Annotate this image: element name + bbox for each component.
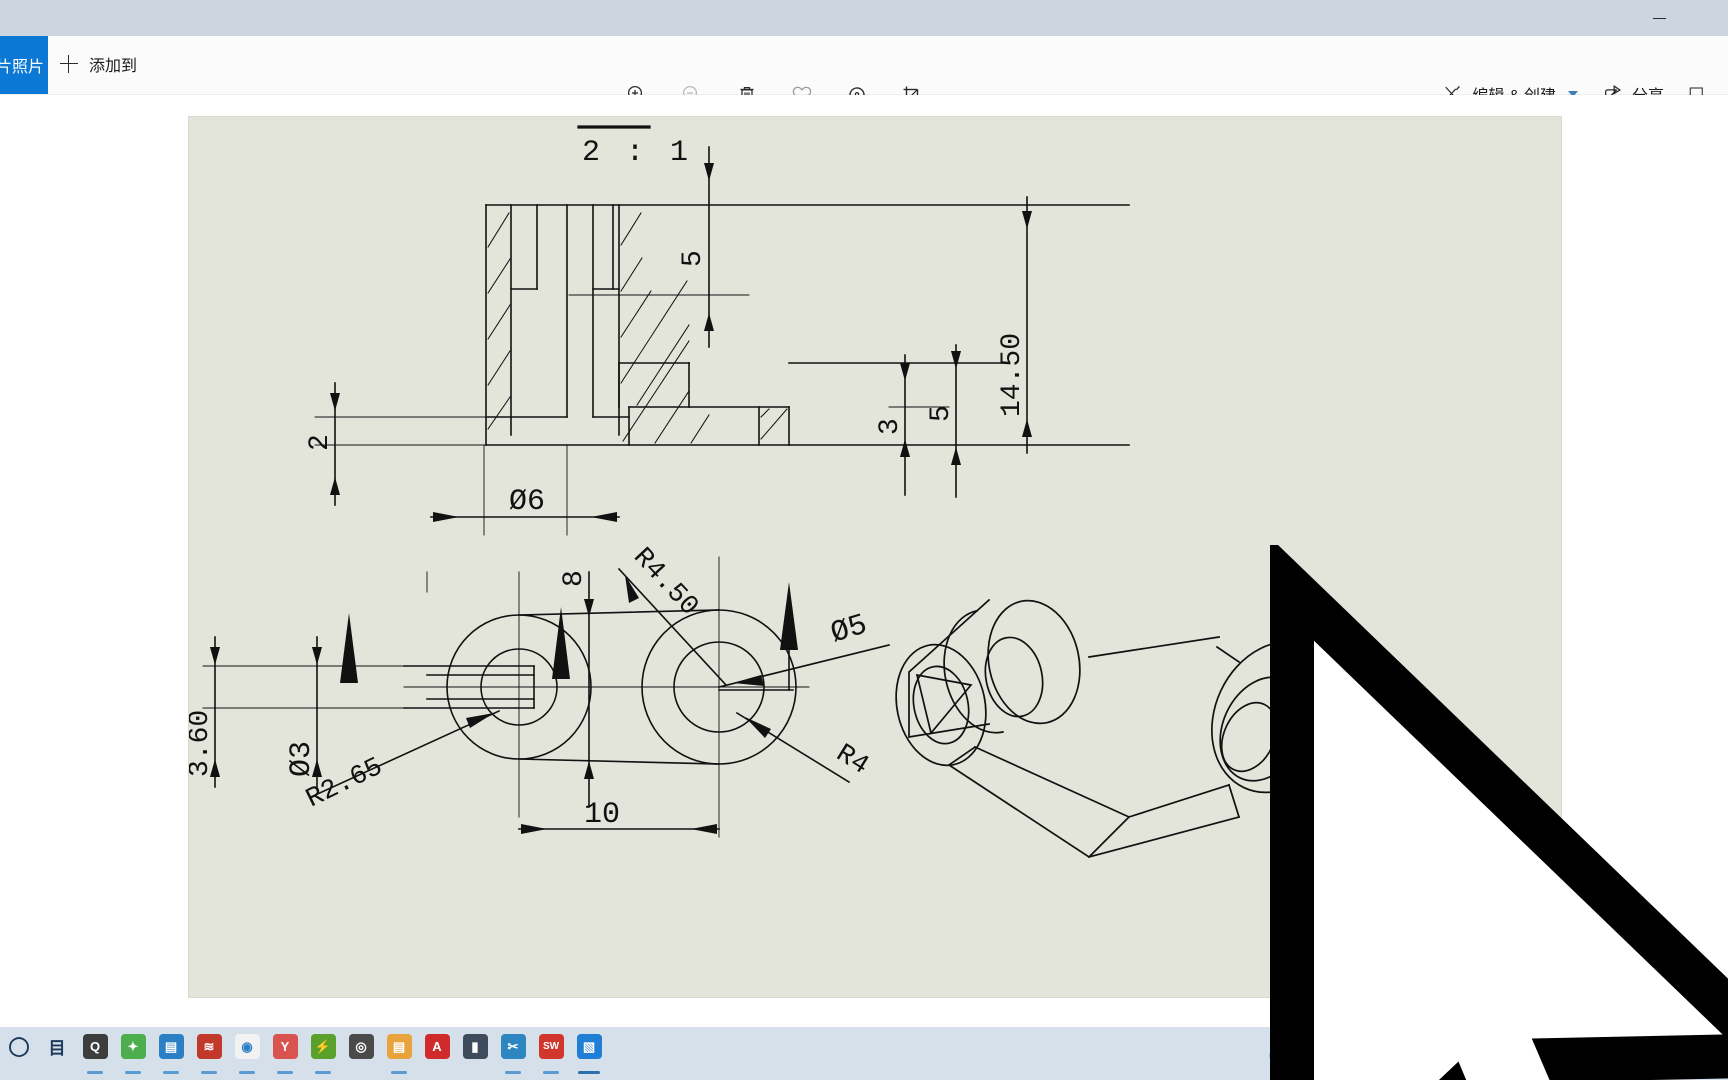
taskbar-app-list: ◯ 目 Q ✦ ▤ ≋ ◉ Y ⚡ ◎ ▤ A ▮ ✂ SW ▧ [0, 1027, 608, 1080]
start-button[interactable]: ◯ [0, 1027, 38, 1080]
dim-label-360: 3.60 [189, 710, 216, 777]
running-indicator [163, 1071, 179, 1074]
running-indicator [315, 1071, 331, 1074]
taskbar-app-youdao[interactable]: Y [266, 1027, 304, 1080]
running-indicator [239, 1071, 255, 1074]
add-to-button[interactable]: 添加到 [60, 52, 137, 76]
taskbar-app-qq[interactable]: Q [76, 1027, 114, 1080]
running-indicator [277, 1071, 293, 1074]
dim-label-2: 2 [305, 434, 336, 451]
taskbar-app-acrobat[interactable]: A [418, 1027, 456, 1080]
app-name-label: 片照片 [0, 59, 44, 76]
taskbar-app-store[interactable]: ▤ [152, 1027, 190, 1080]
dim-label-dia5: Ø5 [827, 609, 871, 652]
running-indicator [505, 1071, 521, 1074]
running-indicator [201, 1071, 217, 1074]
taskbar-app-terminal[interactable]: ▮ [456, 1027, 494, 1080]
command-bar: 片照片 添加到 [0, 36, 1728, 105]
dim-label-8: 8 [559, 570, 590, 587]
plus-icon [60, 55, 78, 73]
dim-label-r4: R4 [830, 739, 873, 782]
running-indicator [391, 1071, 407, 1074]
window-title-bar [0, 0, 1728, 36]
minimize-icon [1652, 17, 1666, 19]
dim-label-1450: 14.50 [997, 333, 1028, 417]
taskbar-app-thunder[interactable]: ⚡ [304, 1027, 342, 1080]
running-indicator [578, 1071, 600, 1074]
taskbar-app-screenshot[interactable]: ✂ [494, 1027, 532, 1080]
taskbar-app-solidworks[interactable]: SW [532, 1027, 570, 1080]
photo-viewer[interactable]: 2 : 1 5 3 5 14.50 2 Ø6 3.60 Ø3 8 10 R2.6… [0, 95, 1728, 1080]
dim-label-dia6: Ø6 [509, 485, 545, 519]
taskbar-app-chrome[interactable]: ◉ [228, 1027, 266, 1080]
taskbar-app-camera[interactable]: ◎ [342, 1027, 380, 1080]
mouse-cursor [1270, 545, 1728, 1080]
taskbar-app-explorer[interactable]: ▤ [380, 1027, 418, 1080]
dim-label-5-right: 5 [926, 405, 957, 422]
dim-label-3: 3 [875, 418, 906, 435]
scale-label: 2 : 1 [582, 136, 692, 170]
app-name-tab[interactable]: 片照片 [0, 36, 48, 94]
dim-label-r450: R4.50 [626, 543, 703, 623]
task-view-button[interactable]: 目 [38, 1027, 76, 1080]
running-indicator [87, 1071, 103, 1074]
dim-label-10: 10 [584, 798, 620, 832]
dim-label-dia3: Ø3 [285, 741, 319, 777]
add-to-label: 添加到 [89, 58, 138, 75]
running-indicator [125, 1071, 141, 1074]
photos-app-window: 片照片 添加到 2: 1 5 3 5 14.50 2 Ø6 3.60 Ø3 8… [0, 0, 1728, 1080]
dim-label-5-top: 5 [678, 250, 709, 267]
minimize-button[interactable] [1636, 0, 1682, 36]
running-indicator [543, 1071, 559, 1074]
taskbar-app-wps[interactable]: ✦ [114, 1027, 152, 1080]
taskbar-app-photos[interactable]: ▧ [570, 1027, 608, 1080]
technical-drawing-image[interactable]: 2 : 1 5 3 5 14.50 2 Ø6 3.60 Ø3 8 10 R2.6… [189, 117, 1728, 1080]
taskbar-app-netease[interactable]: ≋ [190, 1027, 228, 1080]
